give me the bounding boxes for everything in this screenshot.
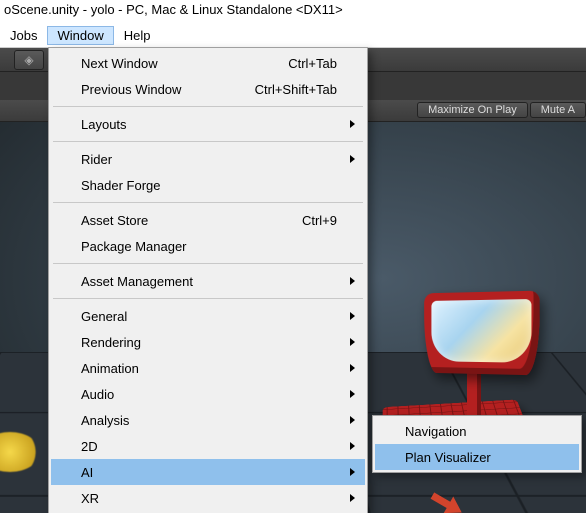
menu-item-label: XR bbox=[81, 491, 337, 506]
menu-item-label: Rider bbox=[81, 152, 337, 167]
menu-item-shortcut: Ctrl+9 bbox=[302, 213, 337, 228]
chevron-right-icon bbox=[350, 494, 355, 502]
menu-item-label: Package Manager bbox=[81, 239, 337, 254]
menu-item-label: AI bbox=[81, 465, 337, 480]
menu-item-label: Audio bbox=[81, 387, 337, 402]
ai-submenu-item[interactable]: Plan Visualizer bbox=[375, 444, 579, 470]
window-title-bar: oScene.unity - yolo - PC, Mac & Linux St… bbox=[0, 0, 586, 24]
window-menu-item[interactable]: Asset Store Ctrl+9 bbox=[51, 207, 365, 233]
menu-separator bbox=[53, 106, 363, 107]
chevron-right-icon bbox=[350, 416, 355, 424]
window-menu-item[interactable]: Rider bbox=[51, 146, 365, 172]
menu-item-label: Asset Management bbox=[81, 274, 337, 289]
menu-item-label: Analysis bbox=[81, 413, 337, 428]
menu-item-label: 2D bbox=[81, 439, 337, 454]
menu-jobs[interactable]: Jobs bbox=[0, 26, 47, 45]
menu-item-label: Animation bbox=[81, 361, 337, 376]
window-menu-item[interactable]: AI bbox=[51, 459, 365, 485]
menu-item-shortcut: Ctrl+Tab bbox=[288, 56, 337, 71]
menu-separator bbox=[53, 263, 363, 264]
menu-item-label: Rendering bbox=[81, 335, 337, 350]
window-menu-item[interactable]: Analysis bbox=[51, 407, 365, 433]
chevron-right-icon bbox=[350, 155, 355, 163]
maximize-on-play-button[interactable]: Maximize On Play bbox=[417, 102, 528, 118]
window-menu-item[interactable]: Animation bbox=[51, 355, 365, 381]
menu-bar: Jobs Window Help bbox=[0, 24, 586, 48]
chevron-right-icon bbox=[350, 312, 355, 320]
window-title: oScene.unity - yolo - PC, Mac & Linux St… bbox=[4, 2, 343, 17]
window-menu-item[interactable]: Asset Management bbox=[51, 268, 365, 294]
window-menu-item[interactable]: Layouts bbox=[51, 111, 365, 137]
chevron-right-icon bbox=[350, 120, 355, 128]
window-menu-item[interactable]: Package Manager bbox=[51, 233, 365, 259]
window-menu-item[interactable]: Previous Window Ctrl+Shift+Tab bbox=[51, 76, 365, 102]
chevron-right-icon bbox=[350, 338, 355, 346]
cube-icon: ◈ bbox=[24, 53, 33, 67]
menu-item-label: Navigation bbox=[405, 424, 551, 439]
window-menu-item[interactable]: 2D bbox=[51, 433, 365, 459]
chevron-right-icon bbox=[350, 364, 355, 372]
menu-help[interactable]: Help bbox=[114, 26, 161, 45]
chevron-right-icon bbox=[350, 442, 355, 450]
gizmo-cube-button[interactable]: ◈ bbox=[14, 50, 44, 70]
menu-item-label: Asset Store bbox=[81, 213, 268, 228]
menu-separator bbox=[53, 141, 363, 142]
window-menu-item[interactable]: Next Window Ctrl+Tab bbox=[51, 50, 365, 76]
menu-separator bbox=[53, 202, 363, 203]
chevron-right-icon bbox=[350, 390, 355, 398]
window-menu-item[interactable]: Audio bbox=[51, 381, 365, 407]
window-menu-item[interactable]: General bbox=[51, 303, 365, 329]
ai-submenu-item[interactable]: Navigation bbox=[375, 418, 579, 444]
menu-item-label: Next Window bbox=[81, 56, 254, 71]
menu-item-label: Previous Window bbox=[81, 82, 221, 97]
window-menu-item[interactable]: Rendering bbox=[51, 329, 365, 355]
chevron-right-icon bbox=[350, 277, 355, 285]
mute-audio-button[interactable]: Mute A bbox=[530, 102, 586, 118]
menu-window[interactable]: Window bbox=[47, 26, 113, 45]
menu-item-label: General bbox=[81, 309, 337, 324]
window-menu-item[interactable]: XR bbox=[51, 485, 365, 511]
window-menu-item[interactable]: Shader Forge bbox=[51, 172, 365, 198]
chevron-right-icon bbox=[350, 468, 355, 476]
menu-item-shortcut: Ctrl+Shift+Tab bbox=[255, 82, 337, 97]
ai-submenu-dropdown: Navigation Plan Visualizer bbox=[372, 415, 582, 473]
menu-item-label: Layouts bbox=[81, 117, 337, 132]
window-menu-dropdown: Next Window Ctrl+Tab Previous Window Ctrl+S… bbox=[48, 47, 368, 513]
menu-separator bbox=[53, 298, 363, 299]
menu-item-label: Plan Visualizer bbox=[405, 450, 551, 465]
menu-item-label: Shader Forge bbox=[81, 178, 337, 193]
